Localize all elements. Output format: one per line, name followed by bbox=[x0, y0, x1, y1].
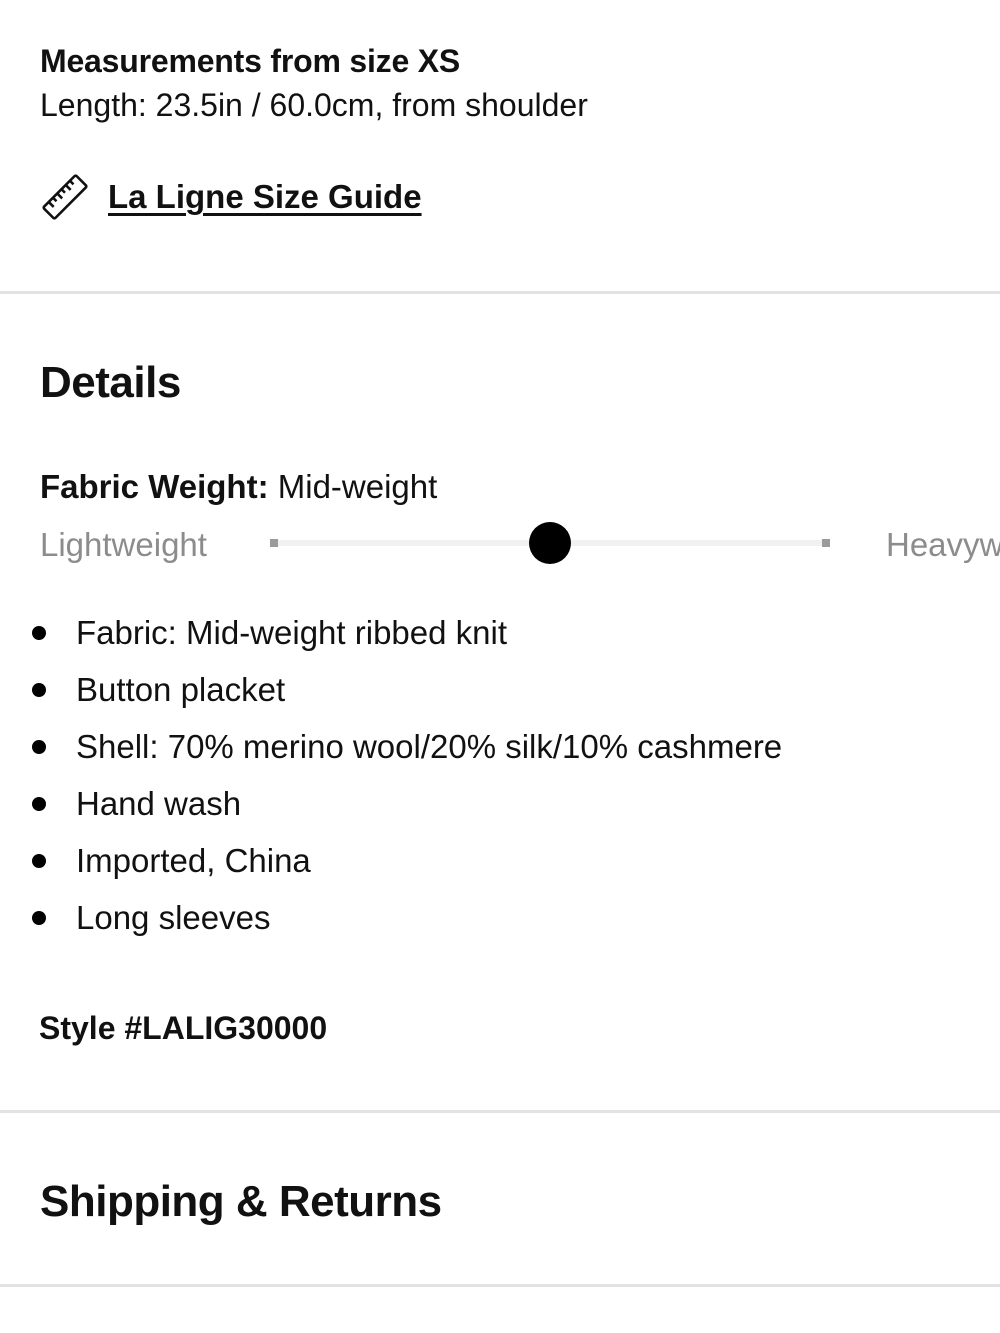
list-item: Shell: 70% merino wool/20% silk/10% cash… bbox=[30, 718, 782, 775]
fabric-weight: Fabric Weight: Mid-weight bbox=[40, 466, 437, 508]
shipping-returns-heading[interactable]: Shipping & Returns bbox=[40, 1176, 442, 1228]
list-item-text: Long sleeves bbox=[76, 898, 271, 936]
list-item-text: Hand wash bbox=[76, 784, 242, 822]
bullet-icon bbox=[32, 796, 46, 811]
bullet-icon bbox=[32, 625, 46, 640]
list-item: Long sleeves bbox=[30, 889, 782, 946]
divider bbox=[0, 291, 1000, 294]
measurements-length: Length: 23.5in / 60.0cm, from shoulder bbox=[40, 87, 588, 123]
bullet-icon bbox=[32, 910, 46, 925]
fabric-weight-label: Fabric Weight: bbox=[40, 468, 269, 505]
measurements-title: Measurements from size XS bbox=[40, 43, 461, 79]
slider-tick-start bbox=[270, 539, 278, 547]
divider bbox=[0, 1110, 1000, 1113]
size-guide-label: La Ligne Size Guide bbox=[108, 178, 422, 215]
bullet-icon bbox=[32, 682, 46, 697]
scale-high-label: Heavyweight bbox=[886, 526, 1000, 563]
list-item-text: Button placket bbox=[76, 670, 286, 708]
style-number: Style #LALIG30000 bbox=[39, 1010, 328, 1046]
measurements-block: Measurements from size XS Length: 23.5in… bbox=[40, 42, 588, 126]
list-item: Hand wash bbox=[30, 775, 782, 832]
slider-thumb[interactable] bbox=[529, 522, 571, 564]
slider-tick-end bbox=[822, 539, 830, 547]
fabric-weight-value: Mid-weight bbox=[277, 468, 438, 505]
ruler-icon bbox=[40, 172, 90, 222]
bullet-icon bbox=[32, 739, 46, 754]
details-list: Fabric: Mid-weight ribbed knit Button pla… bbox=[30, 604, 782, 946]
list-item: Imported, China bbox=[30, 832, 782, 889]
divider bbox=[0, 1284, 1000, 1287]
bullet-icon bbox=[32, 853, 46, 868]
list-item-text: Imported, China bbox=[76, 841, 311, 879]
list-item: Fabric: Mid-weight ribbed knit bbox=[30, 604, 782, 661]
list-item: Button placket bbox=[30, 661, 782, 718]
details-heading[interactable]: Details bbox=[40, 357, 181, 409]
list-item-text: Fabric: Mid-weight ribbed knit bbox=[76, 613, 507, 651]
list-item-text: Shell: 70% merino wool/20% silk/10% cash… bbox=[76, 727, 783, 765]
size-guide-link[interactable]: La Ligne Size Guide bbox=[40, 172, 422, 222]
scale-low-label: Lightweight bbox=[40, 526, 207, 563]
fabric-weight-slider[interactable] bbox=[270, 522, 830, 564]
